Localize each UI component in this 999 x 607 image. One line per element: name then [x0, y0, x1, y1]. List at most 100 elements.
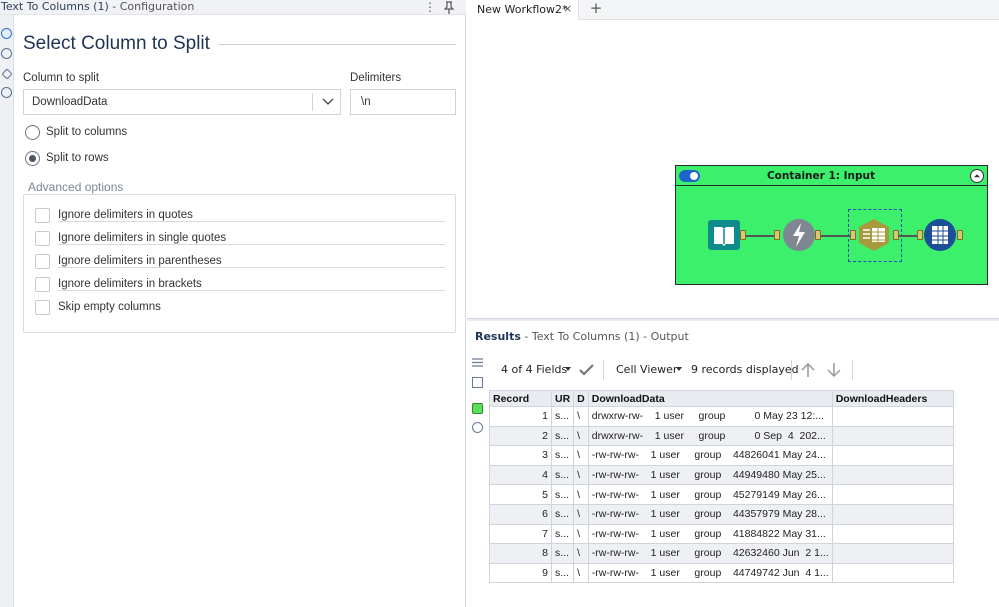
table-cell[interactable]: 5: [489, 484, 552, 505]
ignore-brackets-checkbox[interactable]: [35, 277, 50, 292]
split-to-rows-radio[interactable]: [25, 151, 40, 166]
delimiters-input[interactable]: \n: [350, 89, 456, 115]
ignore-single-quotes-checkbox[interactable]: [35, 231, 50, 246]
split-to-columns-radio[interactable]: [25, 125, 40, 140]
chevron-down-icon[interactable]: [322, 95, 334, 107]
column-header[interactable]: D: [573, 390, 589, 407]
table-cell[interactable]: drwxrw-rw- 1 user group 0 Sep 4 202...: [587, 425, 833, 447]
table-cell[interactable]: -rw-rw-rw- 1 user group 44749742 Jun 4 1…: [587, 562, 833, 584]
table-cell[interactable]: \: [573, 503, 589, 525]
table-cell[interactable]: [831, 445, 954, 466]
table-cell[interactable]: s...: [550, 425, 575, 447]
help-icon[interactable]: [472, 422, 483, 433]
table-cell[interactable]: [831, 503, 954, 525]
text-to-columns-icon[interactable]: [857, 218, 891, 252]
table-cell[interactable]: s...: [550, 406, 575, 427]
table-cell[interactable]: s...: [550, 562, 575, 584]
table-cell[interactable]: -rw-rw-rw- 1 user group 44357979 May 28.…: [587, 503, 833, 525]
table-icon[interactable]: [472, 377, 483, 388]
chevron-down-icon[interactable]: [565, 367, 571, 371]
table-cell[interactable]: s...: [550, 503, 575, 525]
table-row[interactable]: 2 s... \ drwxrw-rw- 1 user group 0 Sep 4 20…: [489, 425, 954, 447]
table-cell[interactable]: [831, 523, 954, 545]
table-row[interactable]: 1 s... \ drwxrw-rw- 1 user group 0 May 23 1…: [489, 406, 954, 427]
table-cell[interactable]: -rw-rw-rw- 1 user group 44949480 May 25.…: [587, 464, 833, 486]
table-cell[interactable]: \: [573, 406, 589, 427]
column-header[interactable]: UR: [550, 390, 575, 407]
tab-new-workflow2[interactable]: New Workflow2* ×: [467, 0, 579, 20]
table-cell[interactable]: \: [573, 562, 589, 584]
input-anchor[interactable]: [774, 230, 780, 240]
output-anchor[interactable]: [957, 230, 963, 240]
table-cell[interactable]: [831, 543, 954, 564]
list-icon[interactable]: [472, 357, 483, 368]
table-cell[interactable]: [831, 562, 954, 584]
table-cell[interactable]: [831, 406, 954, 427]
ignore-quotes-checkbox[interactable]: [35, 208, 50, 223]
table-cell[interactable]: 4: [489, 464, 552, 486]
table-cell[interactable]: [831, 484, 954, 505]
skip-empty-columns-label[interactable]: Skip empty columns: [58, 301, 161, 313]
help-icon[interactable]: [1, 87, 12, 98]
pin-icon[interactable]: [443, 1, 455, 14]
table-cell[interactable]: drwxrw-rw- 1 user group 0 May 23 12:...: [587, 406, 833, 427]
data-view-icon[interactable]: [472, 403, 483, 414]
annotation-icon[interactable]: [1, 48, 12, 59]
table-row[interactable]: 9 s... \ -rw-rw-rw- 1 user group 44749742 J…: [489, 562, 954, 584]
skip-empty-columns-checkbox[interactable]: [35, 300, 50, 315]
ignore-parentheses-checkbox[interactable]: [35, 254, 50, 269]
table-cell[interactable]: s...: [550, 445, 575, 466]
table-cell[interactable]: -rw-rw-rw- 1 user group 41884822 May 31.…: [587, 523, 833, 545]
column-header[interactable]: DownloadHeaders: [831, 390, 954, 407]
gear-icon[interactable]: [1, 28, 12, 39]
table-row[interactable]: 6 s... \ -rw-rw-rw- 1 user group 44357979 M…: [489, 503, 954, 525]
browse-icon[interactable]: [923, 218, 957, 252]
column-to-split-select[interactable]: DownloadData: [23, 89, 341, 115]
table-cell[interactable]: 8: [489, 543, 552, 564]
tag-icon[interactable]: [1, 68, 13, 80]
table-cell[interactable]: -rw-rw-rw- 1 user group 44826041 May 24.…: [587, 445, 833, 466]
table-row[interactable]: 8 s... \ -rw-rw-rw- 1 user group 42632460 J…: [489, 543, 954, 564]
table-cell[interactable]: s...: [550, 484, 575, 505]
ignore-parentheses-label[interactable]: Ignore delimiters in parentheses: [58, 255, 222, 267]
table-cell[interactable]: \: [573, 425, 589, 447]
table-cell[interactable]: \: [573, 445, 589, 466]
ignore-brackets-label[interactable]: Ignore delimiters in brackets: [58, 278, 202, 290]
checkmark-icon[interactable]: [579, 364, 594, 376]
split-to-rows-label[interactable]: Split to rows: [46, 152, 109, 164]
table-row[interactable]: 4 s... \ -rw-rw-rw- 1 user group 44949480 M…: [489, 464, 954, 486]
collapse-icon[interactable]: [970, 169, 984, 183]
table-cell[interactable]: \: [573, 523, 589, 545]
add-tab-icon[interactable]: +: [587, 0, 605, 18]
chevron-down-icon[interactable]: [676, 367, 682, 371]
ignore-quotes-label[interactable]: Ignore delimiters in quotes: [58, 209, 193, 221]
table-row[interactable]: 7 s... \ -rw-rw-rw- 1 user group 41884822 M…: [489, 523, 954, 545]
table-cell[interactable]: [831, 464, 954, 486]
table-cell[interactable]: \: [573, 484, 589, 505]
table-cell[interactable]: -rw-rw-rw- 1 user group 45279149 May 26.…: [587, 484, 833, 505]
table-row[interactable]: 5 s... \ -rw-rw-rw- 1 user group 45279149 M…: [489, 484, 954, 505]
table-cell[interactable]: s...: [550, 464, 575, 486]
fields-dropdown[interactable]: 4 of 4 Fields: [501, 363, 567, 376]
table-row[interactable]: 3 s... \ -rw-rw-rw- 1 user group 44826041 M…: [489, 445, 954, 466]
table-cell[interactable]: 2: [489, 425, 552, 447]
table-cell[interactable]: \: [573, 464, 589, 486]
formula-icon[interactable]: [782, 218, 816, 252]
table-cell[interactable]: 6: [489, 503, 552, 525]
arrow-down-icon[interactable]: [827, 362, 841, 378]
table-cell[interactable]: 3: [489, 445, 552, 466]
split-to-columns-label[interactable]: Split to columns: [46, 126, 127, 138]
arrow-up-icon[interactable]: [801, 362, 815, 378]
column-header[interactable]: Record: [489, 390, 552, 407]
table-cell[interactable]: s...: [550, 523, 575, 545]
table-cell[interactable]: \: [573, 543, 589, 564]
close-icon[interactable]: ×: [563, 2, 572, 15]
ignore-single-quotes-label[interactable]: Ignore delimiters in single quotes: [58, 232, 226, 244]
table-cell[interactable]: s...: [550, 543, 575, 564]
table-cell[interactable]: 1: [489, 406, 552, 427]
more-options-icon[interactable]: ⋮: [424, 0, 436, 14]
table-cell[interactable]: -rw-rw-rw- 1 user group 42632460 Jun 2 1…: [587, 543, 833, 564]
table-cell[interactable]: [831, 425, 954, 447]
table-cell[interactable]: 9: [489, 562, 552, 584]
input-data-icon[interactable]: [707, 218, 741, 252]
